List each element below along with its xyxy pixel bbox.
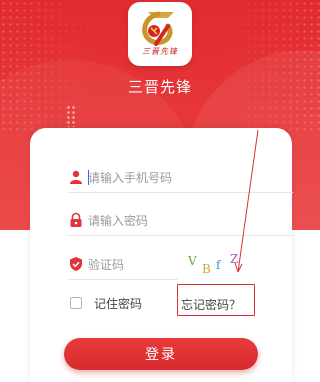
shield-icon [70, 257, 82, 271]
captcha-char: Z [230, 252, 239, 266]
highlight-box [177, 284, 255, 316]
captcha-row [68, 250, 178, 280]
captcha-image[interactable]: V B f Z [188, 252, 248, 276]
password-row [68, 206, 293, 236]
remember-checkbox[interactable] [70, 297, 82, 309]
phone-input[interactable] [88, 168, 258, 188]
captcha-char: B [202, 262, 211, 276]
captcha-input[interactable] [88, 255, 168, 275]
user-icon [70, 170, 82, 184]
logo-caption: 三晋先锋 [142, 47, 178, 56]
decor-dot-column [66, 105, 76, 127]
phone-row [68, 163, 293, 193]
app-title: 三晋先锋 [127, 78, 192, 96]
app-logo: 三晋先锋 [128, 2, 192, 66]
login-button[interactable]: 登录 [64, 338, 258, 370]
text-caret [88, 170, 89, 185]
remember-label: 记住密码 [94, 297, 143, 311]
lock-icon [70, 212, 82, 227]
password-input[interactable] [88, 211, 258, 231]
captcha-char: f [216, 258, 221, 272]
captcha-char: V [188, 254, 197, 268]
